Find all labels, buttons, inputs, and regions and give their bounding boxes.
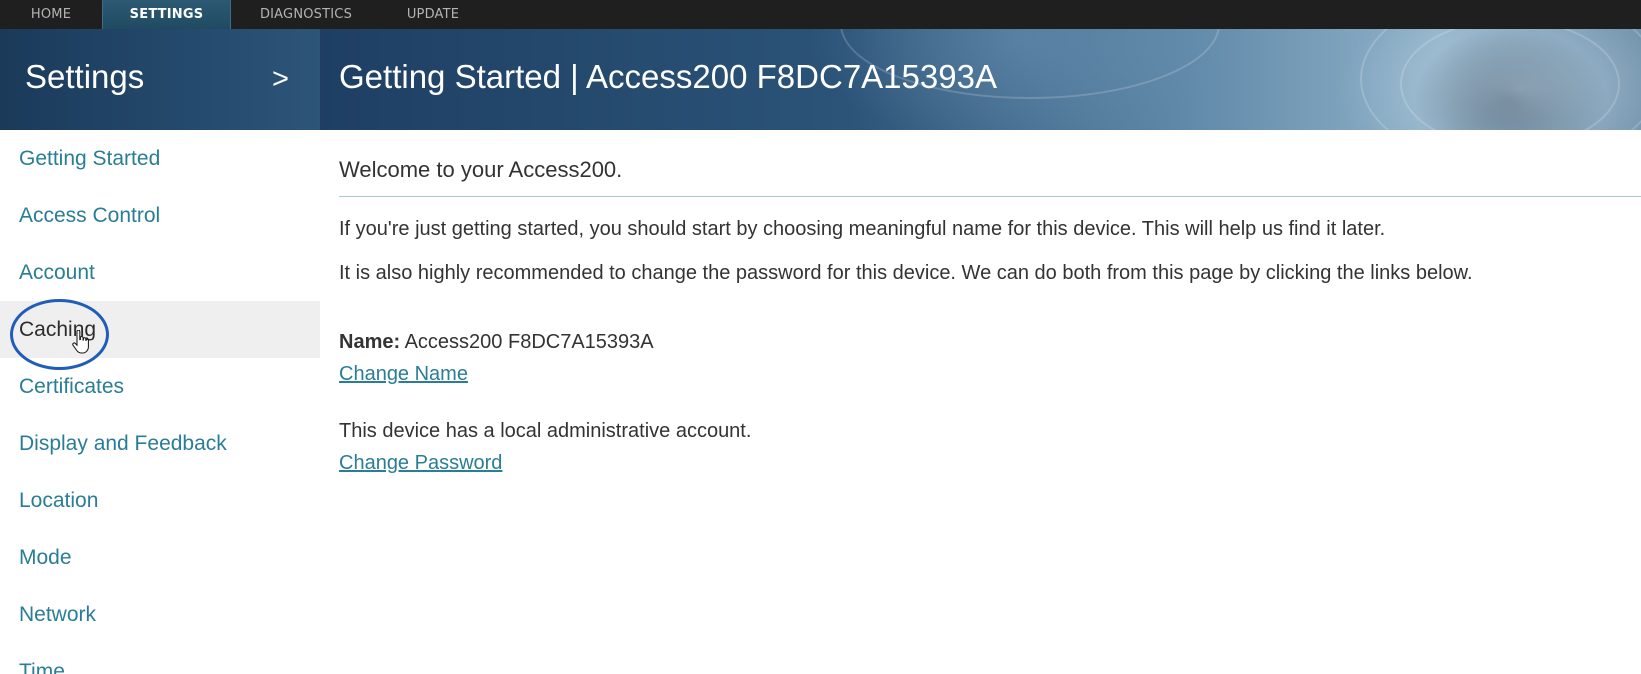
sidebar-item-location[interactable]: Location [0,472,320,529]
sidebar-item-getting-started[interactable]: Getting Started [0,130,320,187]
device-name-value: Access200 F8DC7A15393A [404,331,654,353]
hand-pointer-icon [72,330,89,354]
change-password-link[interactable]: Change Password [339,452,502,475]
welcome-heading: Welcome to your Access200. [339,157,623,182]
sidebar-item-caching[interactable]: Caching [0,301,320,358]
tab-update[interactable]: UPDATE [381,0,485,29]
sidebar-item-time[interactable]: Time [0,643,320,674]
sidebar-item-network[interactable]: Network [0,586,320,643]
tab-settings[interactable]: SETTINGS [102,0,231,29]
page-title: Getting Started | Access200 F8DC7A15393A [339,58,997,95]
top-navigation-bar: HOME SETTINGS DIAGNOSTICS UPDATE [0,0,1641,29]
tab-diagnostics[interactable]: DIAGNOSTICS [231,0,381,29]
recommendation-paragraph: It is also highly recommended to change … [339,262,1473,284]
sidebar-nav: Getting Started Access Control Account C… [0,130,320,674]
page-header-banner: Getting Started | Access200 F8DC7A15393A [320,29,1641,130]
intro-paragraph: If you're just getting started, you shou… [339,218,1386,240]
banner-decoration [1400,29,1620,130]
divider [339,196,1641,197]
sidebar-item-account[interactable]: Account [0,244,320,301]
account-status-text: This device has a local administrative a… [339,420,752,442]
sidebar-item-mode[interactable]: Mode [0,529,320,586]
sidebar-item-display-and-feedback[interactable]: Display and Feedback [0,415,320,472]
sidebar-toggle-icon[interactable]: > [272,63,289,96]
sidebar-title: Settings [25,58,145,95]
tab-home[interactable]: HOME [0,0,102,29]
device-name-row: Name: Access200 F8DC7A15393A [339,331,654,354]
sidebar-item-access-control[interactable]: Access Control [0,187,320,244]
device-name-label: Name: [339,331,401,353]
sidebar-header: Settings > [0,29,320,130]
change-name-link[interactable]: Change Name [339,363,468,386]
sidebar-item-certificates[interactable]: Certificates [0,358,320,415]
